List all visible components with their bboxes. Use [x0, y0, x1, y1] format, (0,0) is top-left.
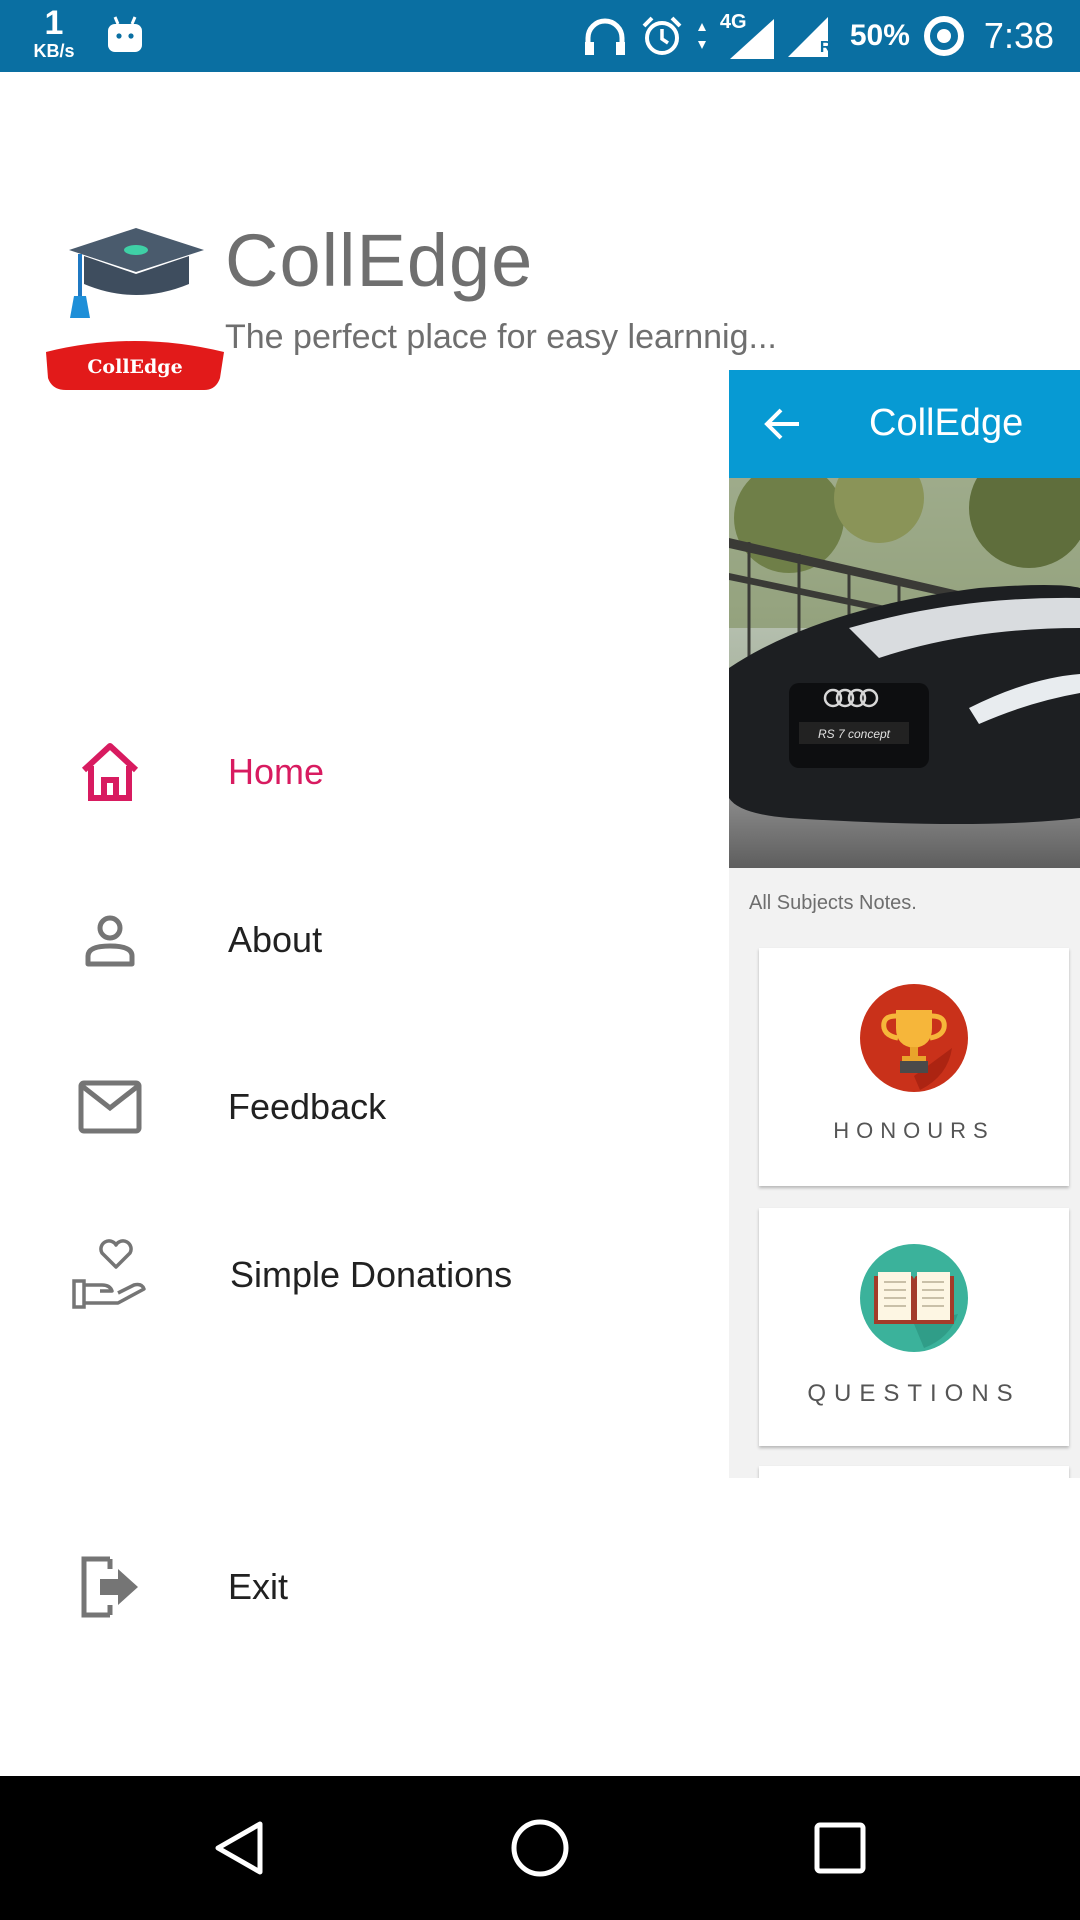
card-honours[interactable]: HONOURS: [759, 948, 1069, 1186]
app-tagline: The perfect place for easy learnnig...: [225, 318, 777, 356]
signal-icon: [729, 19, 774, 59]
back-icon: [215, 1821, 263, 1875]
card-questions[interactable]: QUESTIONS: [759, 1208, 1069, 1446]
signal-roaming: R: [787, 13, 838, 59]
app-logo-text: CollEdge: [87, 356, 182, 378]
network-speed: 1 KB/s: [26, 6, 82, 60]
recents-icon: [814, 1822, 866, 1874]
toolbar: CollEdge: [729, 370, 1080, 478]
card-label: HONOURS: [833, 1118, 995, 1143]
screen: 1 KB/s 4G R 50% 7:38 CollEdge CollEdge T…: [0, 0, 1080, 1920]
menu-item-label: Feedback: [228, 1086, 387, 1127]
person-icon: [72, 902, 148, 978]
menu-item-exit[interactable]: Exit: [0, 1532, 720, 1642]
trophy-icon: [860, 984, 968, 1092]
alarm-icon: [642, 16, 682, 55]
clock: 7:38: [983, 15, 1054, 56]
navigation-bar: [0, 1776, 1080, 1920]
nav-recents-button[interactable]: [790, 1798, 890, 1898]
android-debug-icon: [108, 16, 142, 52]
status-icons: 4G R 50% 7:38: [582, 0, 1054, 72]
menu-item-about[interactable]: About: [0, 885, 720, 995]
home-icon: [72, 734, 148, 810]
menu-item-label: About: [228, 919, 323, 960]
book-icon: [860, 1244, 968, 1352]
menu-item-simple-donations[interactable]: Simple Donations: [0, 1220, 720, 1330]
back-arrow-icon[interactable]: [763, 404, 803, 444]
banner-caption: RS 7 concept: [818, 727, 891, 741]
nav-back-button[interactable]: [190, 1798, 290, 1898]
card-partial[interactable]: [759, 1466, 1069, 1478]
section-title: All Subjects Notes.: [749, 892, 917, 914]
banner-image: RS 7 concept: [729, 478, 1080, 868]
signal-4g: 4G: [720, 11, 776, 59]
data-arrows-icon: [697, 23, 706, 49]
home-circle-icon: [511, 1819, 569, 1877]
heart-hand-icon: [72, 1237, 148, 1313]
nav-home-button[interactable]: [490, 1798, 590, 1898]
menu-item-label: Exit: [228, 1566, 289, 1607]
menu-item-feedback[interactable]: Feedback: [0, 1052, 720, 1162]
network-speed-unit: KB/s: [33, 41, 75, 61]
roaming-label: R: [819, 39, 832, 56]
menu-item-label: Simple Donations: [230, 1254, 513, 1295]
status-bar: 1 KB/s 4G R 50% 7:38: [0, 0, 1080, 72]
battery-saver-icon: [923, 16, 964, 56]
toolbar-title: CollEdge: [869, 402, 1024, 444]
card-label: QUESTIONS: [807, 1380, 1021, 1407]
app-name: CollEdge: [225, 219, 534, 302]
network-speed-value: 1: [44, 4, 64, 42]
headphones-icon: [584, 18, 625, 55]
mail-icon: [72, 1069, 148, 1145]
exit-icon: [72, 1549, 148, 1625]
menu-item-home[interactable]: Home: [0, 717, 720, 827]
main-content-peek[interactable]: CollEdge RS 7 concept All Subjects Notes…: [729, 370, 1080, 1478]
menu-item-label: Home: [228, 751, 325, 792]
battery-percent: 50%: [849, 19, 910, 52]
app-logo: CollEdge: [46, 228, 224, 390]
